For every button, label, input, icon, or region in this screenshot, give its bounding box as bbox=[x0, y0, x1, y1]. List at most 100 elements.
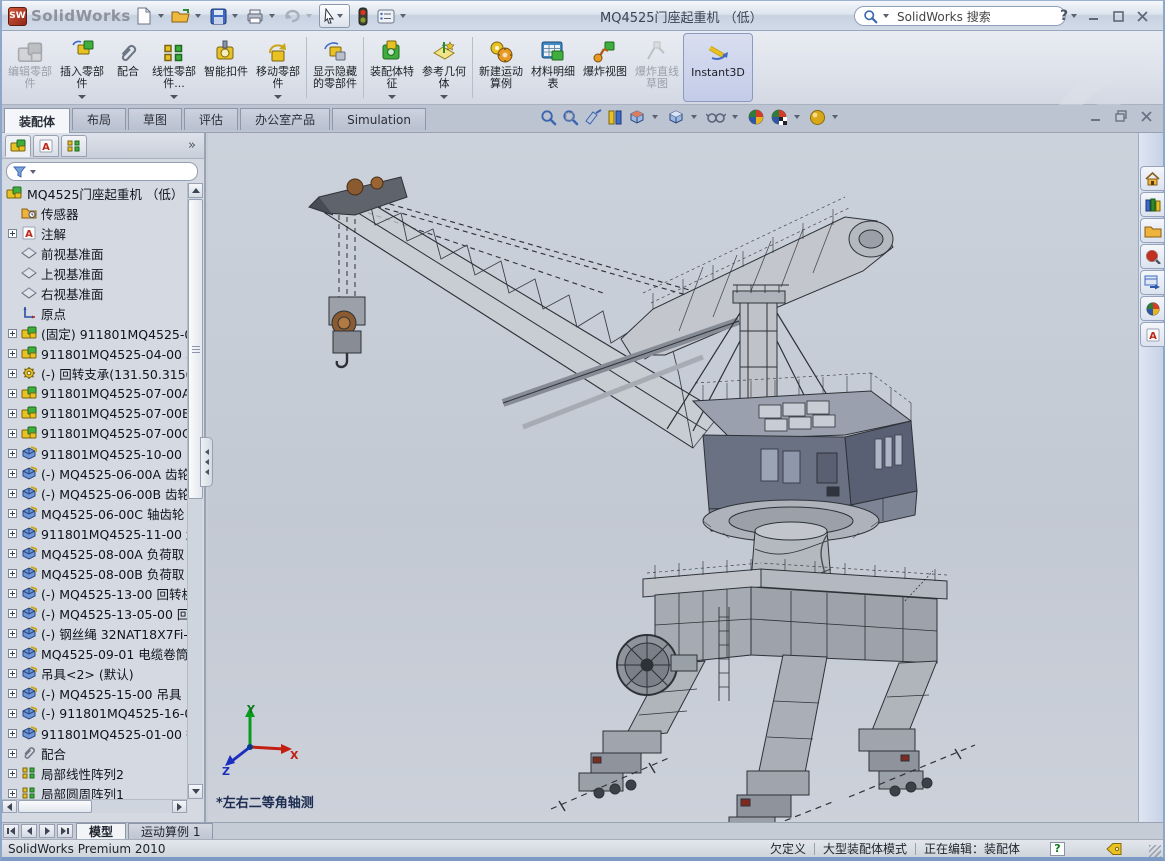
new-file-dropdown-icon[interactable] bbox=[158, 14, 164, 18]
configurationmanager-tab[interactable] bbox=[61, 135, 87, 157]
graphics-viewport[interactable]: Y X Z *左右二等角轴测 bbox=[208, 133, 1141, 827]
expand-icon[interactable] bbox=[8, 629, 17, 638]
open-file-dropdown-icon[interactable] bbox=[195, 14, 201, 18]
new-file-icon[interactable] bbox=[134, 6, 154, 26]
insert-component-dropdown-icon[interactable] bbox=[78, 95, 86, 99]
tree-item-sensors[interactable]: 传感器 bbox=[2, 203, 188, 223]
zoom-fit-icon[interactable] bbox=[540, 109, 557, 126]
apply-scene-icon[interactable] bbox=[770, 108, 788, 126]
expand-icon[interactable] bbox=[8, 569, 17, 578]
tree-item-component[interactable]: MQ4525-08-00B 负荷取 bbox=[2, 563, 188, 583]
tree-item-component[interactable]: 911801MQ4525-11-00 起 bbox=[2, 523, 188, 543]
tab-assembly[interactable]: 装配体 bbox=[4, 108, 70, 133]
expand-icon[interactable] bbox=[8, 649, 17, 658]
scroll-up-button[interactable] bbox=[188, 183, 203, 198]
filter-dropdown-icon[interactable] bbox=[30, 170, 36, 174]
tree-item-component[interactable]: 911801MQ4525-04-00 车 bbox=[2, 343, 188, 363]
tree-item-component[interactable]: (-) 钢丝绳 32NAT18X7Fi- bbox=[2, 623, 188, 643]
rebuild-trafficlight-icon[interactable] bbox=[353, 6, 373, 26]
panel-more-chevron[interactable]: » bbox=[188, 138, 196, 153]
ribbon-exploded-view[interactable]: 爆炸视图 bbox=[579, 33, 631, 102]
options-list-icon[interactable] bbox=[376, 6, 396, 26]
search-box[interactable]: SolidWorks 搜索 bbox=[854, 6, 1066, 26]
tree-item-right-plane[interactable]: 右视基准面 bbox=[2, 283, 188, 303]
display-style-dropdown-icon[interactable] bbox=[691, 115, 697, 119]
ribbon-linear-pattern[interactable]: 线性零部件... bbox=[148, 33, 200, 102]
doc-minimize-button[interactable] bbox=[1088, 109, 1104, 123]
save-dropdown-icon[interactable] bbox=[232, 14, 238, 18]
tab-evaluate[interactable]: 评估 bbox=[184, 108, 238, 130]
tree-item-component[interactable]: 911801MQ4525-01-00 行 bbox=[2, 723, 188, 743]
expand-icon[interactable] bbox=[8, 709, 17, 718]
maximize-button[interactable] bbox=[1107, 7, 1129, 25]
expand-icon[interactable] bbox=[8, 529, 17, 538]
edit-appearance-icon[interactable] bbox=[747, 108, 765, 126]
tree-item-local-linear-pattern[interactable]: 局部线性阵列2 bbox=[2, 763, 188, 783]
tree-item-component[interactable]: (-) MQ4525-13-00 回转机 bbox=[2, 583, 188, 603]
tree-item-component[interactable]: (-) 回转支承(131.50.3150 bbox=[2, 363, 188, 383]
assembly-features-dropdown-icon[interactable] bbox=[388, 95, 396, 99]
tree-item-component[interactable]: 911801MQ4525-07-00B bbox=[2, 403, 188, 423]
help-dropdown-icon[interactable] bbox=[1071, 14, 1077, 18]
expand-icon[interactable] bbox=[8, 349, 17, 358]
view-palette-tab[interactable] bbox=[1140, 270, 1164, 295]
appearances-scenes-tab[interactable] bbox=[1140, 296, 1164, 321]
tab-office-products[interactable]: 办公室产品 bbox=[240, 108, 330, 130]
solidworks-resources-tab[interactable] bbox=[1140, 166, 1164, 191]
expand-icon[interactable] bbox=[8, 509, 17, 518]
select-dropdown-icon[interactable] bbox=[337, 14, 343, 18]
search-input[interactable]: SolidWorks 搜索 bbox=[897, 8, 991, 25]
expand-icon[interactable] bbox=[8, 469, 17, 478]
ribbon-bill-of-materials[interactable]: 材料明细表 bbox=[527, 33, 579, 102]
expand-icon[interactable] bbox=[8, 769, 17, 778]
tab-simulation[interactable]: Simulation bbox=[332, 108, 426, 130]
tree-item-component[interactable]: MQ4525-06-00C 轴齿轮 bbox=[2, 503, 188, 523]
display-style-icon[interactable] bbox=[667, 108, 685, 126]
tree-item-component[interactable]: 911801MQ4525-07-00C bbox=[2, 423, 188, 443]
featuremanager-tab[interactable] bbox=[5, 135, 31, 157]
expand-icon[interactable] bbox=[8, 549, 17, 558]
search-tab[interactable] bbox=[1140, 244, 1164, 269]
section-view-icon[interactable] bbox=[607, 109, 623, 126]
ribbon-smart-fasteners[interactable]: 智能扣件 bbox=[200, 33, 252, 102]
view-settings-icon[interactable] bbox=[809, 109, 826, 126]
tree-item-origin[interactable]: 原点 bbox=[2, 303, 188, 323]
doc-restore-button[interactable] bbox=[1113, 109, 1129, 123]
panel-collapse-handle[interactable] bbox=[200, 437, 213, 487]
select-tool[interactable] bbox=[319, 4, 350, 28]
open-file-icon[interactable] bbox=[171, 6, 191, 26]
undo-icon[interactable] bbox=[282, 6, 302, 26]
expand-icon[interactable] bbox=[8, 789, 17, 798]
minimize-button[interactable] bbox=[1083, 7, 1105, 25]
expand-icon[interactable] bbox=[8, 229, 17, 238]
ribbon-mate[interactable]: 配合 bbox=[108, 33, 148, 102]
reference-geometry-dropdown-icon[interactable] bbox=[440, 95, 448, 99]
propertymanager-tab[interactable] bbox=[33, 135, 59, 157]
expand-icon[interactable] bbox=[8, 369, 17, 378]
tree-filter-input[interactable] bbox=[6, 162, 198, 181]
expand-icon[interactable] bbox=[8, 429, 17, 438]
tree-item-component[interactable]: 吊具<2> (默认) bbox=[2, 663, 188, 683]
tree-item-component[interactable]: (-) MQ4525-06-00B 齿轮 bbox=[2, 483, 188, 503]
resize-grip[interactable] bbox=[1149, 845, 1161, 857]
tree-item-front-plane[interactable]: 前视基准面 bbox=[2, 243, 188, 263]
expand-icon[interactable] bbox=[8, 489, 17, 498]
custom-properties-tab[interactable] bbox=[1140, 322, 1164, 347]
next-tab-button[interactable] bbox=[39, 824, 55, 838]
tree-item-local-circular-pattern[interactable]: 局部圆周阵列1 bbox=[2, 783, 188, 799]
expand-icon[interactable] bbox=[8, 409, 17, 418]
tree-item-annotations[interactable]: 注解 bbox=[2, 223, 188, 243]
expand-icon[interactable] bbox=[8, 389, 17, 398]
tab-layout[interactable]: 布局 bbox=[72, 108, 126, 130]
tree-vertical-scrollbar[interactable] bbox=[187, 183, 202, 799]
close-button[interactable] bbox=[1131, 7, 1153, 25]
options-dropdown-icon[interactable] bbox=[400, 14, 406, 18]
file-explorer-tab[interactable] bbox=[1140, 218, 1164, 243]
ribbon-assembly-features[interactable]: 装配体特征 bbox=[366, 33, 418, 102]
scroll-left-button[interactable] bbox=[2, 800, 17, 813]
expand-icon[interactable] bbox=[8, 329, 17, 338]
expand-icon[interactable] bbox=[8, 449, 17, 458]
apply-scene-dropdown-icon[interactable] bbox=[794, 115, 800, 119]
print-dropdown-icon[interactable] bbox=[269, 14, 275, 18]
tree-item-mates[interactable]: 配合 bbox=[2, 743, 188, 763]
